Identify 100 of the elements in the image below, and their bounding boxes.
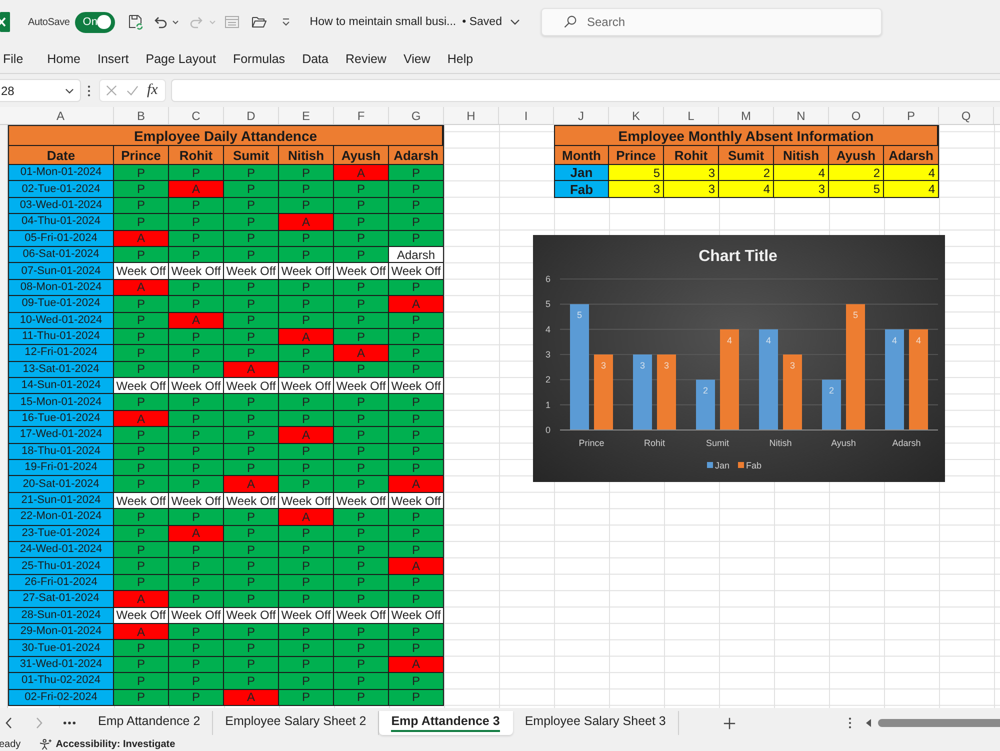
menu-item[interactable]: Data [302, 52, 328, 66]
check-icon[interactable] [126, 84, 139, 97]
column-header[interactable]: K [609, 107, 664, 124]
sheet-tab[interactable]: Employee Salary Sheet 3 [512, 711, 679, 735]
date-cell: 15-Mon-01-2024 [9, 394, 114, 411]
axis-tick-label: 6 [546, 274, 550, 284]
plus-icon[interactable] [722, 716, 736, 730]
formula-input[interactable] [171, 79, 1000, 102]
column-header[interactable]: Q [939, 107, 994, 124]
column-header[interactable]: C [169, 107, 224, 124]
chevron-down-icon[interactable] [510, 19, 520, 25]
column-header[interactable]: B [114, 107, 169, 124]
document-title[interactable]: How to meintain small busi... [310, 16, 456, 28]
attendance-cell: P [389, 181, 444, 198]
attendance-cell: P [114, 328, 169, 346]
customize-caret-icon[interactable] [280, 17, 291, 27]
attendance-cell: P [114, 476, 169, 493]
attendance-cell: P [279, 345, 334, 362]
date-cell: 01-Mon-01-2024 [9, 165, 114, 182]
month-cell: Fab [555, 181, 609, 198]
save-icon[interactable] [126, 14, 143, 30]
menu-item[interactable]: View [403, 52, 430, 66]
vertical-dots-icon[interactable] [848, 717, 852, 729]
date-cell: 27-Sat-01-2024 [9, 591, 114, 608]
spreadsheet-logo-icon[interactable] [0, 12, 10, 32]
sheet-tab[interactable]: Emp Attandence 2 [86, 711, 214, 735]
caret-icon[interactable] [172, 20, 179, 24]
menu-item[interactable]: Insert [98, 52, 129, 66]
attendance-cell: P [169, 328, 224, 346]
insert-function-button[interactable]: fx [147, 83, 158, 98]
column-header[interactable]: P [884, 107, 939, 124]
more-icon[interactable] [63, 721, 76, 725]
count-cell: 2 [829, 165, 884, 182]
attendance-cell: A [389, 476, 444, 493]
column-header[interactable]: E [279, 107, 334, 124]
attendance-cell: P [224, 214, 279, 231]
date-cell: 28-Sun-01-2024 [9, 608, 114, 624]
month-cell: Jan [555, 165, 609, 182]
attendance-cell: P [224, 246, 279, 264]
accessibility-status[interactable]: Accessibility: Investigate [56, 739, 176, 750]
accessibility-icon[interactable] [38, 739, 52, 750]
column-header[interactable]: H [444, 107, 499, 124]
attendance-cell: Week Off [114, 608, 169, 624]
attendance-cell: P [169, 296, 224, 313]
attendance-cell: A [279, 509, 334, 526]
attendance-cell: P [169, 362, 224, 378]
date-cell: 05-Fri-01-2024 [9, 230, 114, 247]
attendance-cell: P [114, 246, 169, 264]
attendance-cell: Week Off [114, 492, 169, 510]
column-header[interactable]: A [8, 107, 114, 124]
attendance-cell: P [224, 673, 279, 690]
attendance-cell: P [169, 542, 224, 558]
column-header[interactable]: G [389, 107, 444, 124]
column-header[interactable]: F [334, 107, 389, 124]
autosave-label: AutoSave [28, 16, 70, 28]
column-header[interactable]: N [774, 107, 829, 124]
column-header[interactable]: O [829, 107, 884, 124]
chevron-down-icon[interactable] [65, 88, 74, 94]
scrollbar-thumb[interactable] [878, 719, 1000, 727]
axis-tick-label: 3 [546, 349, 550, 360]
menu-item[interactable]: Help [447, 52, 474, 66]
date-cell: 02-Tue-01-2024 [9, 181, 114, 198]
menu-item[interactable]: Page Layout [146, 52, 216, 66]
attendance-cell: P [334, 362, 389, 378]
attendance-cell: P [169, 640, 224, 657]
attendance-cell: P [279, 394, 334, 411]
vertical-dots-icon[interactable] [87, 84, 91, 96]
column-header[interactable]: M [719, 107, 774, 124]
attendance-cell: P [389, 362, 444, 378]
sheet-tab[interactable]: Emp Attandence 3 [379, 711, 513, 735]
attendance-cell: P [334, 591, 389, 608]
scroll-left-arrow-icon[interactable] [866, 719, 872, 727]
menu-item[interactable]: Home [47, 52, 80, 66]
attendance-cell: P [279, 410, 334, 428]
attendance-cell: P [389, 574, 444, 592]
folder-icon[interactable] [250, 14, 267, 30]
search-field[interactable]: Search [541, 8, 882, 36]
count-cell: 2 [719, 165, 774, 182]
attendance-cell: P [279, 296, 334, 313]
autosave-toggle[interactable]: On [74, 12, 115, 32]
name-box[interactable]: 28 [0, 79, 81, 102]
attendance-cell: Week Off [169, 378, 224, 394]
attendance-cell: P [114, 640, 169, 657]
menu-item[interactable]: File [3, 52, 24, 66]
attendance-cell: A [279, 214, 334, 231]
attendance-cell: P [279, 181, 334, 198]
attendance-cell: P [224, 574, 279, 592]
attendance-cell: P [334, 656, 389, 674]
search-icon [563, 15, 577, 29]
column-header[interactable]: D [224, 107, 279, 124]
chevron-left-icon[interactable] [5, 717, 13, 729]
attendance-cell: P [389, 214, 444, 231]
column-header[interactable]: L [664, 107, 719, 124]
column-header[interactable]: I [499, 107, 554, 124]
attendance-cell: P [114, 509, 169, 526]
menu-item[interactable]: Formulas [232, 52, 286, 66]
attendance-cell: P [224, 165, 279, 182]
menu-item[interactable]: Review [345, 52, 386, 66]
date-cell: 29-Mon-01-2024 [9, 624, 114, 640]
column-header[interactable]: J [554, 107, 609, 124]
